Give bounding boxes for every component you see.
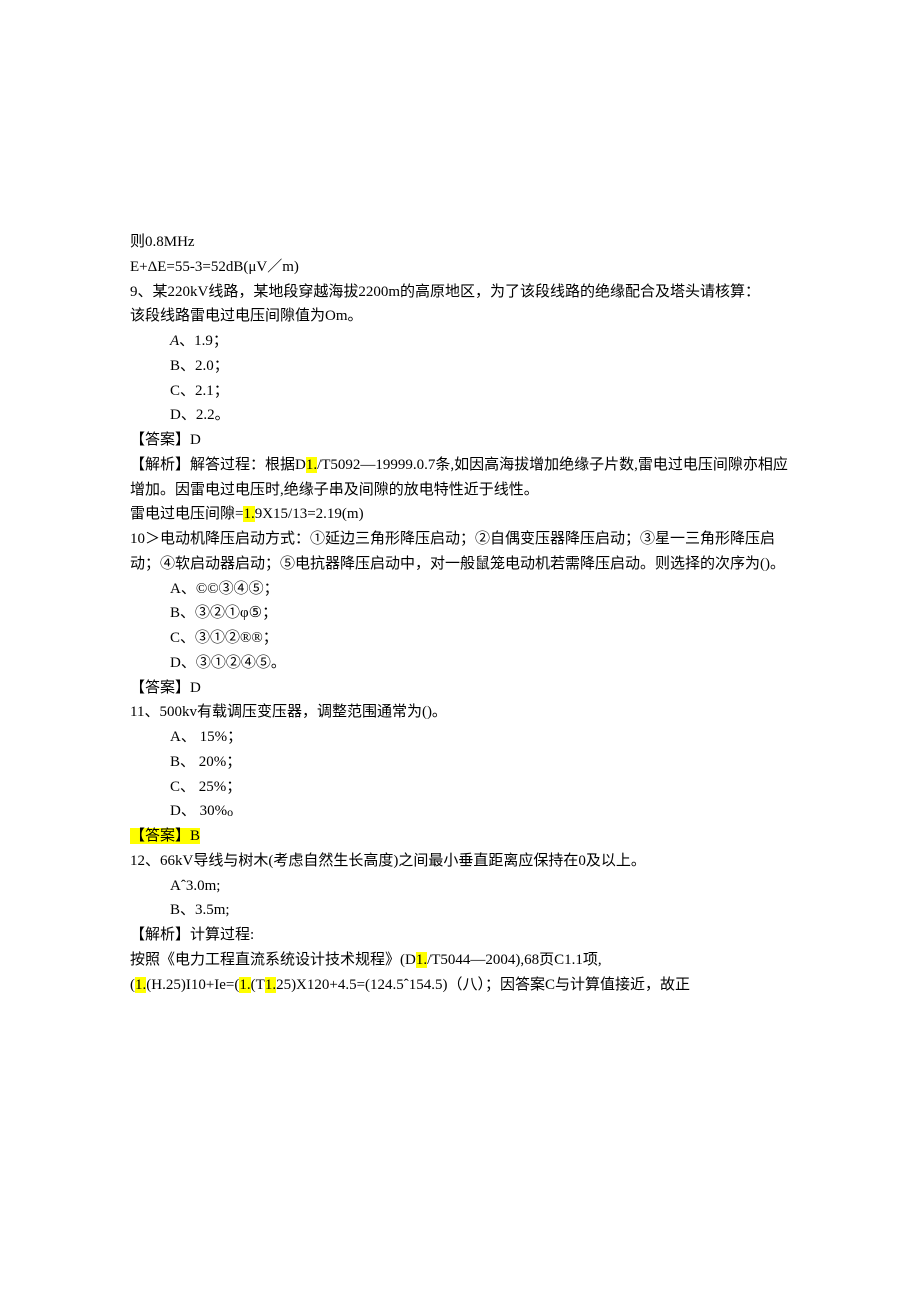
analysis-text: 【解析】解答过程：根据D1./T5092—19999.0.7条,如因高海拔增加绝… (130, 453, 790, 503)
question-10: 10＞电动机降压启动方式：①延边三角形降压启动；②自偶变压器降压启动；③星一三角… (130, 527, 790, 577)
highlight: 1. (306, 457, 317, 473)
analysis-label: 【解析】计算过程: (130, 923, 790, 948)
answer-label: 【答案】D (130, 428, 790, 453)
highlight: 【答案】B (130, 828, 200, 844)
question-9: 9、某220kV线路，某地段穿越海拔2200m的高原地区，为了该段线路的绝缘配合… (130, 280, 790, 305)
text-line: 则0.8MHz (130, 230, 790, 255)
text-part: D、 30% (170, 803, 227, 819)
question-11: 11、500kv有载调压变压器，调整范围通常为()。 (130, 700, 790, 725)
option-d: D、2.2。 (130, 403, 790, 428)
text-part: /T5044—2004),68页C1.1项, (427, 952, 602, 968)
option-c: C、③①②®®； (130, 626, 790, 651)
option-b: B、③②①φ⑤； (130, 601, 790, 626)
option-b: B、 20%； (130, 750, 790, 775)
option-d: D、③①②④⑤。 (130, 651, 790, 676)
text-part: 9X15/13=2.19(m) (255, 506, 364, 522)
option-b: B、2.0； (130, 354, 790, 379)
highlight: 1. (265, 977, 276, 993)
option-b: B、3.5m; (130, 898, 790, 923)
text-part: 【解析】解答过程：根据D (130, 457, 306, 473)
calc-line: (1.(H.25)I10+Ie=(1.(T1.25)X120+4.5=(124.… (130, 973, 790, 998)
ref-line: 按照《电力工程直流系统设计技术规程》(D1./T5044—2004),68页C1… (130, 948, 790, 973)
subscript: o (227, 805, 233, 819)
answer-label: 【答案】D (130, 676, 790, 701)
text-line: E+ΔE=55-3=52dB(μV／m) (130, 255, 790, 280)
text-part: 按照《电力工程直流系统设计技术规程》(D (130, 952, 416, 968)
option-c: C、2.1； (130, 379, 790, 404)
highlight: 1. (416, 952, 427, 968)
option-a: A、©©③④⑤； (130, 577, 790, 602)
calc-line: 雷电过电压间隙=1.9X15/13=2.19(m) (130, 502, 790, 527)
option-c: C、 25%； (130, 775, 790, 800)
question-12: 12、66kV导线与树木(考虑自然生长高度)之间最小垂直距离应保持在0及以上。 (130, 849, 790, 874)
option-a: Aˆ3.0m; (130, 874, 790, 899)
answer-label: 【答案】B (130, 824, 790, 849)
text-part: (T (251, 977, 265, 993)
document-page: 则0.8MHz E+ΔE=55-3=52dB(μV／m) 9、某220kV线路，… (0, 0, 920, 1057)
text-part: (H.25)I10+Ie=( (146, 977, 239, 993)
option-a: A、 15%； (130, 725, 790, 750)
highlight: 1. (135, 977, 146, 993)
option-d: D、 30%o (130, 799, 790, 824)
highlight: 1. (243, 506, 254, 522)
text-part: 雷电过电压间隙= (130, 506, 243, 522)
text-line: 该段线路雷电过电压间隙值为Om。 (130, 304, 790, 329)
highlight: 1. (239, 977, 250, 993)
option-a: A、1.9； (130, 329, 790, 354)
text-part: 25)X120+4.5=(124.5ˆ154.5)（八）；因答案C与计算值接近，… (276, 977, 690, 993)
